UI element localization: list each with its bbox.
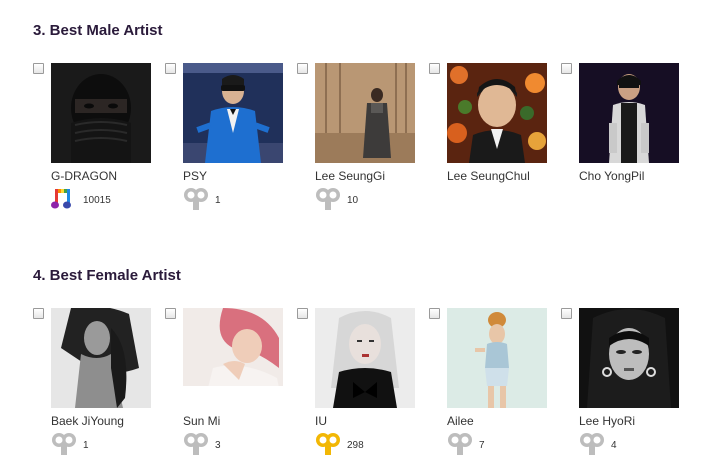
vote-checkbox[interactable] bbox=[297, 308, 308, 319]
vote-count: 1 bbox=[215, 195, 221, 206]
artist-name: Cho YongPil bbox=[579, 169, 645, 183]
gray-vote-icon bbox=[183, 432, 209, 456]
vote-count: 10015 bbox=[83, 195, 111, 206]
vote-count: 7 bbox=[479, 440, 485, 451]
vote-count: 4 bbox=[611, 440, 617, 451]
artist-name: Ailee bbox=[447, 414, 474, 428]
nominee-psy: PSY 1 bbox=[165, 63, 283, 210]
artist-photo[interactable] bbox=[315, 308, 415, 408]
artist-photo[interactable] bbox=[447, 308, 547, 408]
rainbow-music-note-icon bbox=[51, 187, 77, 211]
nominee-cho-yongpil: Cho YongPil bbox=[561, 63, 679, 183]
nominee-g-dragon: G-DRAGON 10015 bbox=[33, 63, 151, 209]
artist-name: Sun Mi bbox=[183, 414, 221, 428]
nominee-baek-jiyoung: Baek JiYoung 1 bbox=[33, 308, 151, 455]
vote-checkbox[interactable] bbox=[165, 63, 176, 74]
vote-count: 10 bbox=[347, 195, 359, 206]
artist-photo[interactable] bbox=[447, 63, 547, 163]
artist-name: Baek JiYoung bbox=[51, 414, 124, 428]
artist-photo[interactable] bbox=[315, 63, 415, 163]
vote-checkbox[interactable] bbox=[33, 63, 44, 74]
gray-vote-icon bbox=[579, 432, 605, 456]
artist-photo[interactable] bbox=[51, 308, 151, 408]
artist-photo[interactable] bbox=[579, 308, 679, 408]
artist-name: Lee SeungChul bbox=[447, 169, 530, 183]
artist-name: G-DRAGON bbox=[51, 169, 117, 183]
vote-checkbox[interactable] bbox=[297, 63, 308, 74]
vote-checkbox[interactable] bbox=[429, 308, 440, 319]
vote-checkbox[interactable] bbox=[429, 63, 440, 74]
nominee-lee-hyori: Lee HyoRi 4 bbox=[561, 308, 679, 455]
nominee-sun-mi: Sun Mi 3 bbox=[165, 308, 283, 455]
artist-photo[interactable] bbox=[183, 63, 283, 163]
nominee-ailee: Ailee 7 bbox=[429, 308, 547, 455]
gold-vote-icon bbox=[315, 432, 341, 456]
nominee-lee-seungchul: Lee SeungChul bbox=[429, 63, 547, 183]
nominee-iu: IU 298 bbox=[297, 308, 415, 455]
artist-photo[interactable] bbox=[579, 63, 679, 163]
vote-count: 3 bbox=[215, 440, 221, 451]
vote-count: 298 bbox=[347, 440, 364, 451]
gray-vote-icon bbox=[183, 187, 209, 211]
gray-vote-icon bbox=[51, 432, 77, 456]
artist-photo[interactable] bbox=[51, 63, 151, 163]
vote-checkbox[interactable] bbox=[561, 308, 572, 319]
artist-name: PSY bbox=[183, 169, 208, 183]
section-title-best-male-artist: 3. Best Male Artist bbox=[33, 22, 163, 39]
nominee-lee-seunggi: Lee SeungGi 10 bbox=[297, 63, 415, 210]
vote-checkbox[interactable] bbox=[561, 63, 572, 74]
vote-checkbox[interactable] bbox=[33, 308, 44, 319]
artist-name: IU bbox=[315, 414, 327, 428]
gray-vote-icon bbox=[315, 187, 341, 211]
artist-name: Lee HyoRi bbox=[579, 414, 636, 428]
gray-vote-icon bbox=[447, 432, 473, 456]
artist-photo[interactable] bbox=[183, 308, 283, 408]
vote-checkbox[interactable] bbox=[165, 308, 176, 319]
artist-name: Lee SeungGi bbox=[315, 169, 386, 183]
section-title-best-female-artist: 4. Best Female Artist bbox=[33, 267, 181, 284]
vote-count: 1 bbox=[83, 440, 89, 451]
